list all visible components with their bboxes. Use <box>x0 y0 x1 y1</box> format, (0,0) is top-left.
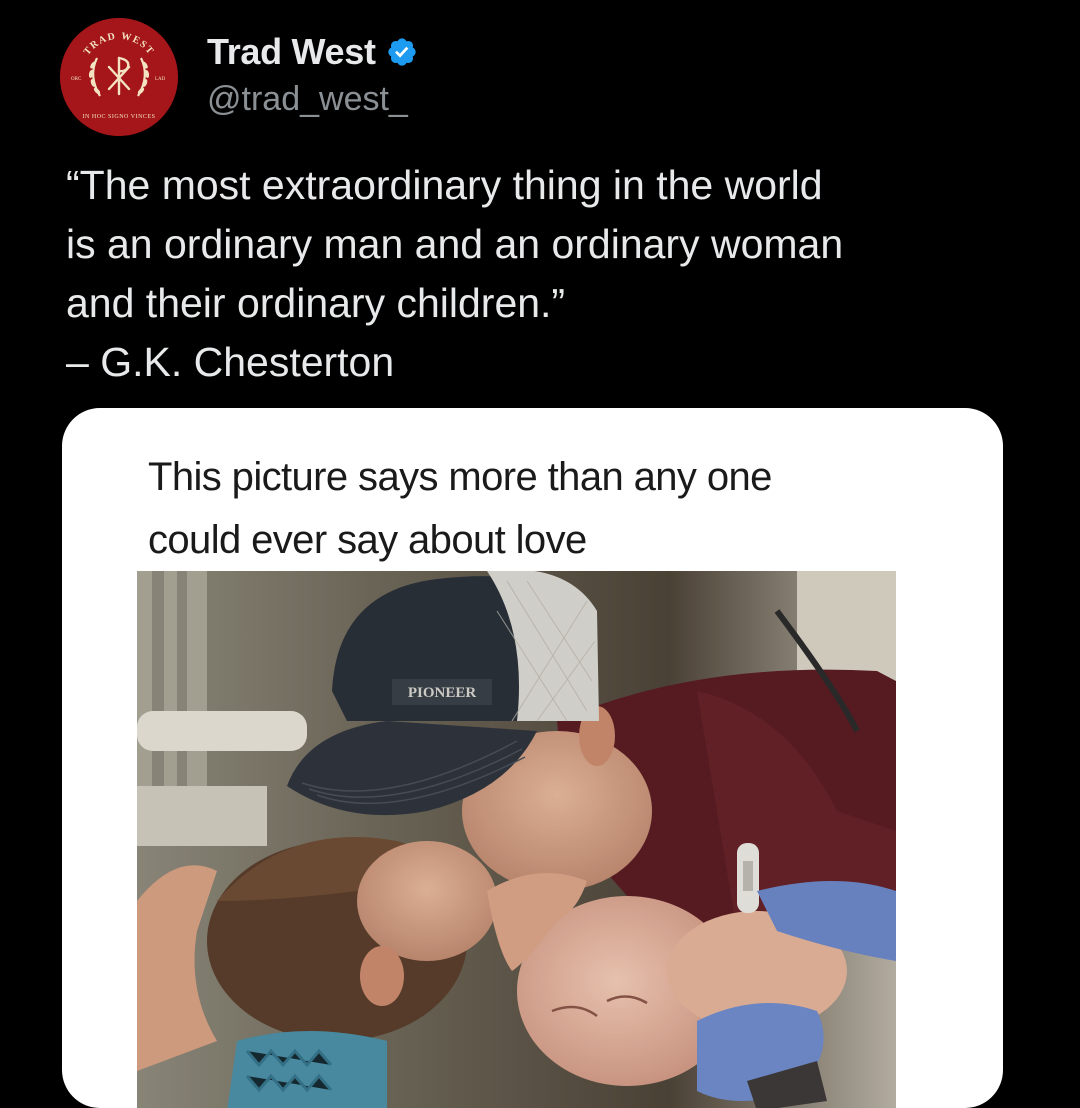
tweet-text-line: – G.K. Chesterton <box>66 339 395 385</box>
tweet-text: “The most extraordinary thing in the wor… <box>66 156 1026 392</box>
media-caption: This picture says more than any one coul… <box>148 446 772 572</box>
media-caption-line: could ever say about love <box>148 518 587 562</box>
author-name-row: Trad West <box>207 30 418 74</box>
avatar-text-bottom: IN HOC SIGNO VINCES <box>83 114 156 120</box>
photo-illustration: PIONEER <box>137 571 896 1108</box>
author-display-name[interactable]: Trad West <box>207 30 376 74</box>
author-handle[interactable]: @trad_west_ <box>207 77 408 121</box>
tweet-text-line: “The most extraordinary thing in the wor… <box>66 162 823 208</box>
media-caption-line: This picture says more than any one <box>148 455 772 499</box>
trad-west-seal-logo-icon: TRAD WEST ORC LAD IN HOC SIGNO VINCES <box>60 18 178 136</box>
verified-badge-icon <box>388 38 416 66</box>
tweet-text-line: is an ordinary man and an ordinary woman <box>66 221 844 267</box>
tweet-media-card[interactable]: This picture says more than any one coul… <box>62 408 1003 1108</box>
tweet-text-line: and their ordinary children.” <box>66 280 566 326</box>
family-newborn-photo[interactable]: PIONEER <box>137 571 896 1108</box>
avatar-text-left: ORC <box>71 77 82 82</box>
author-avatar[interactable]: TRAD WEST ORC LAD IN HOC SIGNO VINCES <box>60 18 178 136</box>
avatar-text-right: LAD <box>155 77 166 82</box>
